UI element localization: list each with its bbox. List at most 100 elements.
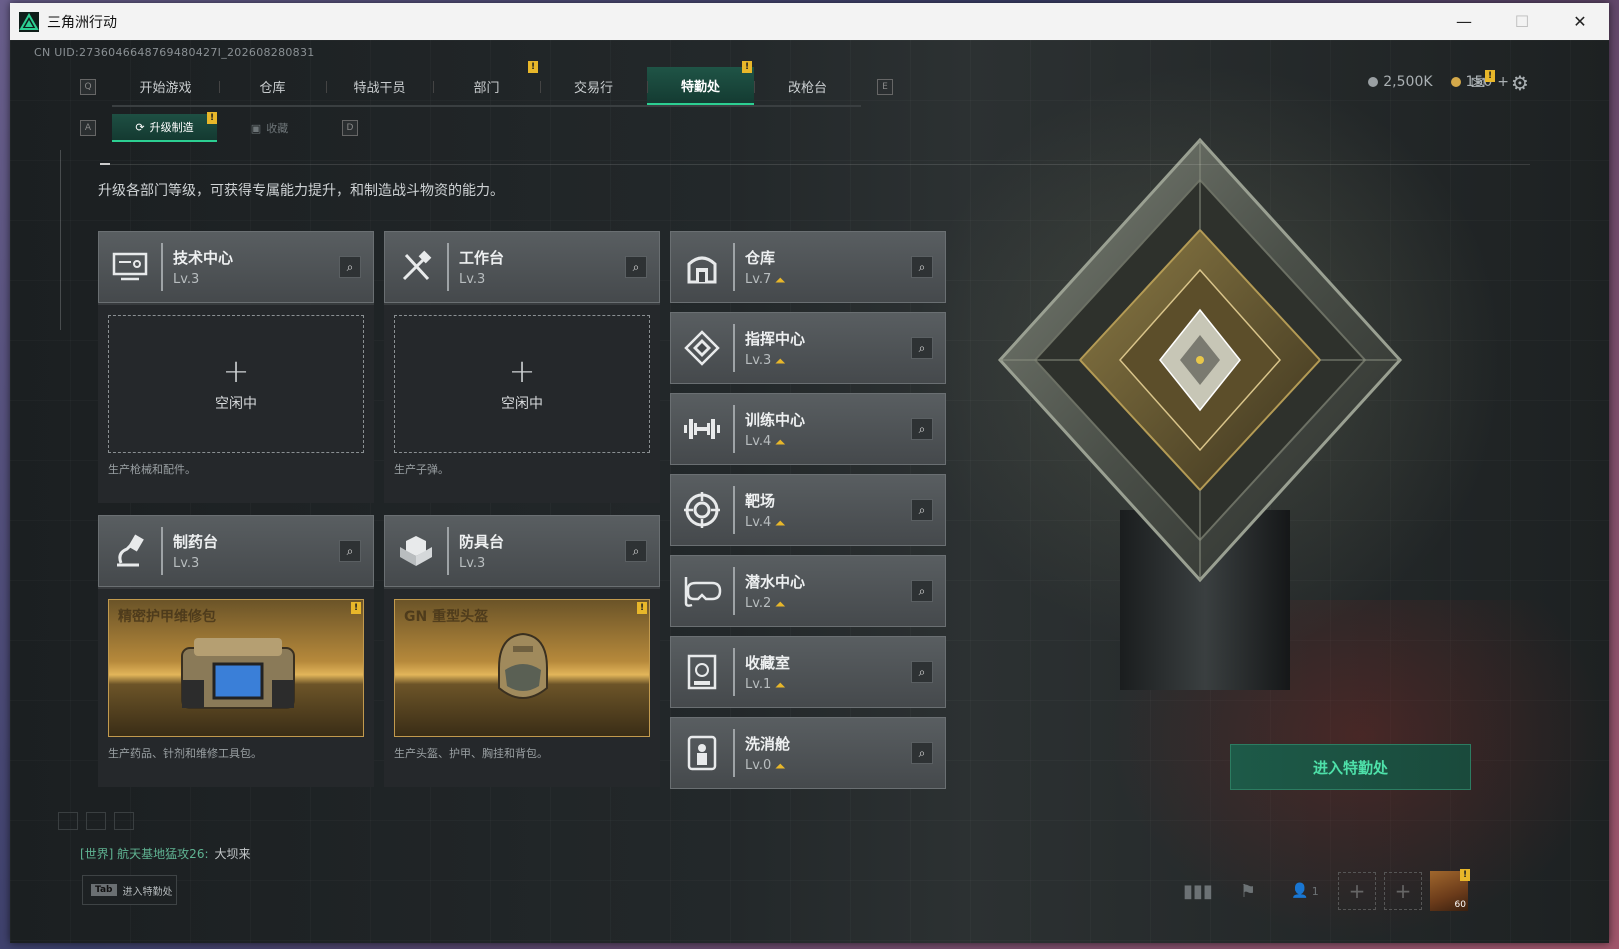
search-icon[interactable]: ⌕	[911, 742, 933, 764]
main-nav: Q 开始游戏 仓库 特战干员 部门! 交易行 特勤处! 改枪台 E	[80, 61, 893, 107]
stats-chart-icon[interactable]: ▮▮▮	[1180, 873, 1216, 909]
notification-badge: !	[207, 112, 217, 124]
tab-label: 交易行	[573, 80, 613, 96]
upgrade-arrow-icon: ⏶	[775, 596, 785, 611]
tab-trading[interactable]: 交易行	[540, 67, 647, 105]
minimize-button[interactable]: —	[1435, 3, 1493, 40]
production-card-pharmacy: 制药台 Lv.3 ⌕ 精密护甲维修包 ! 生产药品、针剂和维修工具包。	[98, 515, 374, 787]
facility-card-decontamination[interactable]: 洗消舱 Lv.0 ⏶ ⌕	[670, 717, 946, 789]
facility-level: Lv.4	[745, 434, 772, 449]
armor-bench-icon	[385, 515, 449, 587]
search-icon[interactable]: ⌕	[911, 661, 933, 683]
craft-slot-empty[interactable]: + 空闲中	[108, 315, 364, 453]
close-button[interactable]: ✕	[1551, 3, 1609, 40]
facility-level: Lv.1	[745, 677, 772, 692]
card-body: + 空闲中 生产子弹。	[384, 305, 660, 503]
card-header[interactable]: 洗消舱 Lv.0 ⏶ ⌕	[670, 717, 946, 789]
facility-card-diving-center[interactable]: 潜水中心 Lv.2 ⏶ ⌕	[670, 555, 946, 627]
card-header[interactable]: 防具台 Lv.3 ⌕	[384, 515, 660, 587]
subtab-label: 收藏	[266, 122, 289, 135]
card-header[interactable]: 技术中心 Lv.3 ⌕	[98, 231, 374, 303]
subnav-prev-key-hint[interactable]: A	[80, 120, 96, 136]
facility-card-training-center[interactable]: 训练中心 Lv.4 ⏶ ⌕	[670, 393, 946, 465]
facility-card-collection-room[interactable]: 收藏室 Lv.1 ⏶ ⌕	[670, 636, 946, 708]
search-icon[interactable]: ⌕	[625, 540, 647, 562]
craft-slot-empty[interactable]: + 空闲中	[394, 315, 650, 453]
tab-warehouse[interactable]: 仓库	[219, 67, 326, 105]
search-icon[interactable]: ⌕	[911, 337, 933, 359]
card-header[interactable]: 工作台 Lv.3 ⌕	[384, 231, 660, 303]
production-card-workbench: 工作台 Lv.3 ⌕ + 空闲中 生产子弹。	[384, 231, 660, 503]
mail-icon[interactable]: ✉!	[1467, 70, 1495, 94]
card-body: + 空闲中 生产枪械和配件。	[98, 305, 374, 503]
card-header[interactable]: 训练中心 Lv.4 ⏶ ⌕	[670, 393, 946, 465]
facility-level: Lv.3	[459, 272, 486, 287]
repair-kit-image	[174, 628, 302, 716]
notification-badge: !	[742, 61, 752, 73]
flag-icon[interactable]: ⚑	[1230, 873, 1266, 909]
player-level: 60	[1454, 900, 1466, 910]
card-header[interactable]: 制药台 Lv.3 ⌕	[98, 515, 374, 587]
facility-card-shooting-range[interactable]: 靶场 Lv.4 ⏶ ⌕	[670, 474, 946, 546]
facility-level: Lv.4	[745, 515, 772, 530]
enter-special-ops-button[interactable]: 进入特勤处	[1230, 744, 1471, 790]
settings-gear-icon[interactable]: ⚙	[1509, 71, 1531, 95]
upgrade-arrow-icon: ⏶	[775, 515, 785, 530]
tab-label: 改枪台	[787, 80, 827, 96]
facility-level: Lv.3	[459, 556, 486, 571]
card-header[interactable]: 潜水中心 Lv.2 ⏶ ⌕	[670, 555, 946, 627]
search-icon[interactable]: ⌕	[911, 580, 933, 602]
search-icon[interactable]: ⌕	[625, 256, 647, 278]
bottom-toolbar: ▮▮▮ ⚑ 👤 1 + + ! 60	[1180, 869, 1470, 911]
tab-gunsmith[interactable]: 改枪台	[754, 67, 861, 105]
tab-department[interactable]: 部门!	[433, 61, 540, 105]
upgrade-arrow-icon: ⏶	[775, 272, 785, 287]
friends-icon[interactable]: 👤 1	[1280, 873, 1330, 909]
craft-item-name: GN 重型头盔	[404, 609, 489, 625]
facility-note: 生产头盔、护甲、胸挂和背包。	[394, 747, 548, 760]
facility-card-warehouse[interactable]: 仓库 Lv.7 ⏶ ⌕	[670, 231, 946, 303]
card-header[interactable]: 收藏室 Lv.1 ⏶ ⌕	[670, 636, 946, 708]
subtab-upgrade-craft[interactable]: ⟳ 升级制造 !	[112, 112, 217, 142]
command-center-icon	[671, 312, 735, 384]
maximize-button[interactable]: ☐	[1493, 3, 1551, 40]
search-icon[interactable]: ⌕	[911, 499, 933, 521]
subtab-collection[interactable]: ▣ 收藏	[217, 114, 322, 142]
silver-currency[interactable]: 2,500K	[1368, 74, 1433, 90]
squad-slot-add[interactable]: +	[1384, 872, 1422, 910]
tab-key-hint[interactable]: Tab 进入特勤处	[82, 875, 177, 905]
search-icon[interactable]: ⌕	[339, 540, 361, 562]
facility-level: Lv.0	[745, 758, 772, 773]
helmet-image	[491, 628, 555, 712]
player-avatar[interactable]: ! 60	[1430, 869, 1470, 911]
nav-prev-key-hint[interactable]: Q	[80, 79, 96, 95]
chat-text: 大坝来	[214, 847, 251, 861]
subnav-next-key-hint[interactable]: D	[342, 120, 358, 136]
decor-square	[114, 812, 134, 830]
craft-slot-in-progress[interactable]: 精密护甲维修包 !	[108, 599, 364, 737]
world-chat-message[interactable]: [世界] 航天基地猛攻26: 大坝来	[80, 845, 251, 862]
facility-level: Lv.3	[173, 272, 200, 287]
window-title: 三角洲行动	[47, 14, 117, 31]
search-icon[interactable]: ⌕	[339, 256, 361, 278]
squad-slot-add[interactable]: +	[1338, 872, 1376, 910]
tab-operators[interactable]: 特战干员	[326, 67, 433, 105]
tab-start-game[interactable]: 开始游戏	[112, 67, 219, 105]
card-header[interactable]: 靶场 Lv.4 ⏶ ⌕	[670, 474, 946, 546]
page-description: 升级各部门等级，可获得专属能力提升，和制造战斗物资的能力。	[98, 183, 504, 199]
nav-next-key-hint[interactable]: E	[877, 79, 893, 95]
card-header[interactable]: 仓库 Lv.7 ⏶ ⌕	[670, 231, 946, 303]
production-card-armor-bench: 防具台 Lv.3 ⌕ GN 重型头盔 ! 生产头盔、护甲、胸挂和背包。	[384, 515, 660, 787]
add-gold-button[interactable]: +	[1497, 74, 1509, 90]
tab-special-ops[interactable]: 特勤处!	[647, 61, 754, 105]
production-card-tech-center: 技术中心 Lv.3 ⌕ + 空闲中 生产枪械和配件。	[98, 231, 374, 503]
search-icon[interactable]: ⌕	[911, 418, 933, 440]
search-icon[interactable]: ⌕	[911, 256, 933, 278]
facility-card-command-center[interactable]: 指挥中心 Lv.3 ⏶ ⌕	[670, 312, 946, 384]
facility-note: 生产药品、针剂和维修工具包。	[108, 747, 262, 760]
craft-item-name: 精密护甲维修包	[118, 609, 216, 625]
craft-slot-in-progress[interactable]: GN 重型头盔 !	[394, 599, 650, 737]
facility-name: 靶场	[745, 492, 776, 510]
card-header[interactable]: 指挥中心 Lv.3 ⏶ ⌕	[670, 312, 946, 384]
notification-badge: !	[637, 602, 647, 614]
